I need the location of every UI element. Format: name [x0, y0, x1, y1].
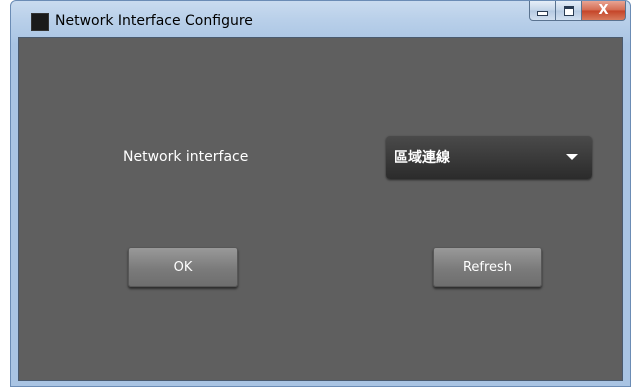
- refresh-button[interactable]: Refresh: [433, 247, 542, 287]
- dialog-content: Network interface 區域連線 OK Refresh: [18, 37, 623, 381]
- close-button[interactable]: X: [582, 1, 626, 21]
- network-interface-dropdown[interactable]: 區域連線: [386, 136, 592, 179]
- window-title: Network Interface Configure: [55, 13, 253, 29]
- maximize-button[interactable]: [556, 1, 582, 21]
- title-bar[interactable]: Network Interface Configure X: [11, 1, 630, 37]
- close-icon: X: [598, 3, 609, 18]
- network-interface-window: Network Interface Configure X Network in…: [10, 0, 631, 387]
- dropdown-selected-value: 區域連線: [394, 150, 450, 166]
- app-icon: [31, 13, 49, 31]
- chevron-down-icon: [566, 154, 578, 160]
- caption-buttons: X: [529, 1, 626, 21]
- network-interface-label: Network interface: [123, 149, 249, 165]
- minimize-icon: [537, 11, 548, 16]
- maximize-icon: [563, 5, 574, 16]
- minimize-button[interactable]: [529, 1, 556, 21]
- ok-button[interactable]: OK: [128, 247, 238, 287]
